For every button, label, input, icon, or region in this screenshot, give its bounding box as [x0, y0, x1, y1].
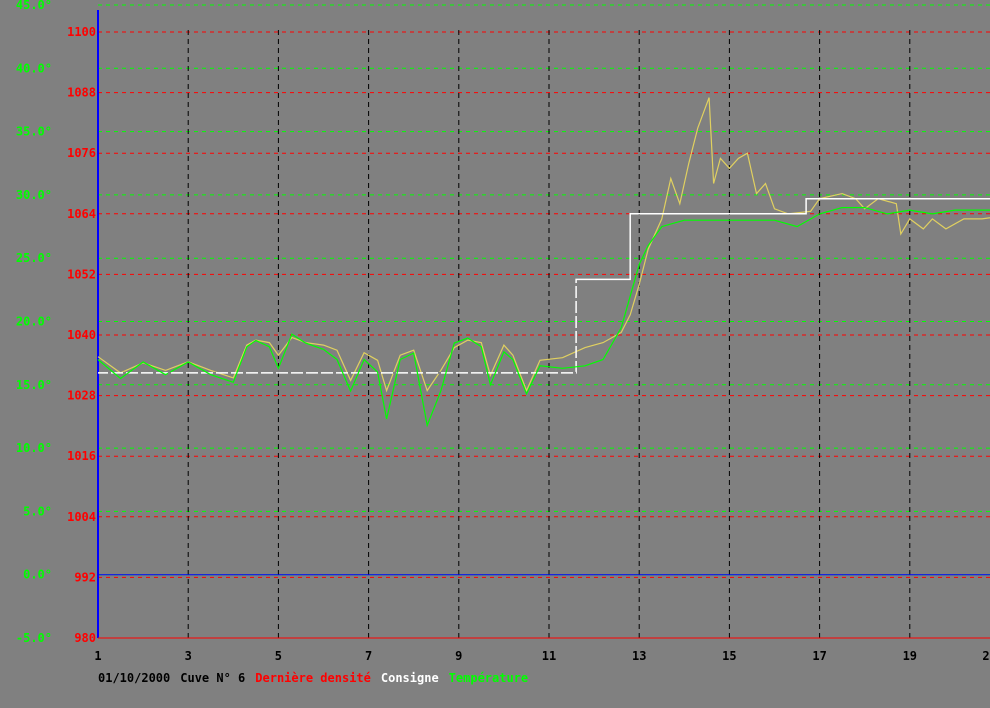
tick-labels: 45.0°40.0°35.0°30.0°25.0°20.0°15.0°10.0°…: [16, 0, 990, 663]
temperature-tick-label: -5.0°: [16, 631, 52, 645]
caption-tank: Cuve N° 6: [180, 671, 246, 685]
x-tick-label: 5: [275, 649, 282, 663]
density-tick-label: 1040: [67, 328, 96, 342]
density-tick-label: 1052: [67, 267, 96, 281]
x-tick-label: 19: [903, 649, 917, 663]
x-tick-label: 2: [982, 649, 989, 663]
temperature-tick-label: 5.0°: [23, 504, 52, 518]
temperature-tick-label: 45.0°: [16, 0, 52, 12]
series: [97, 97, 990, 428]
legend-consigne: Consigne: [380, 671, 439, 685]
density-tick-label: 1004: [67, 510, 96, 524]
consigne-series-line: [98, 197, 990, 374]
legend-temperature: Température: [448, 671, 529, 685]
x-tick-label: 9: [455, 649, 462, 663]
density-tick-label: 1076: [67, 146, 96, 160]
temperature-tick-label: 30.0°: [16, 188, 52, 202]
axes: [97, 10, 990, 639]
density-temperature-chart: 45.0°40.0°35.0°30.0°25.0°20.0°15.0°10.0°…: [16, 0, 990, 663]
temperature-tick-label: 10.0°: [16, 441, 52, 455]
x-tick-label: 17: [812, 649, 826, 663]
temperature-tick-label: 25.0°: [16, 251, 52, 265]
x-tick-label: 15: [722, 649, 736, 663]
grid: [98, 4, 990, 639]
density-tick-label: 992: [74, 570, 96, 584]
density-tick-label: 1028: [67, 389, 96, 403]
temperature-tick-label: 20.0°: [16, 315, 52, 329]
x-tick-label: 13: [632, 649, 646, 663]
density-tick-label: 1100: [67, 25, 96, 39]
x-tick-label: 1: [94, 649, 101, 663]
x-tick-label: 7: [365, 649, 372, 663]
temperature-tick-label: 0.0°: [23, 568, 52, 582]
x-tick-label: 11: [542, 649, 556, 663]
legend-density: Dernière densité: [255, 671, 371, 685]
caption-date: 01/10/2000: [98, 671, 171, 685]
temperature-tick-label: 40.0°: [16, 61, 52, 75]
density-tick-label: 980: [74, 631, 96, 645]
density-tick-label: 1088: [67, 86, 96, 100]
temperature-series-line: [97, 207, 990, 428]
x-tick-label: 3: [185, 649, 192, 663]
legend: 01/10/2000 Cuve N° 6 Dernière densité Consi…: [98, 671, 538, 685]
density-tick-label: 1064: [67, 207, 96, 221]
chart-window: 45.0° 40.0° 35.0° 30.0° 25.0° 20.0° 15.0° 10.0°…: [0, 0, 990, 708]
temperature-tick-label: 35.0°: [16, 125, 52, 139]
density-series-line: [97, 97, 990, 393]
temperature-tick-label: 15.0°: [16, 378, 52, 392]
density-tick-label: 1016: [67, 449, 96, 463]
